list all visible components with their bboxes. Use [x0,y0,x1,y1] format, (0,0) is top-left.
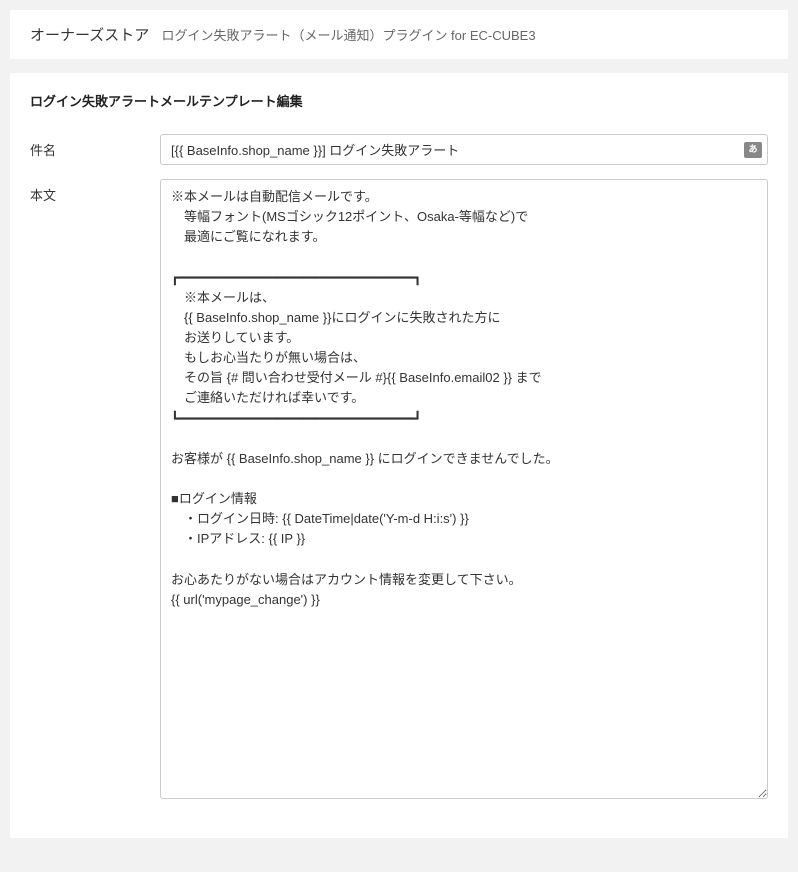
page-title: オーナーズストア ログイン失敗アラート（メール通知）プラグイン for EC-C… [30,24,768,45]
subject-row: 件名 あ [30,134,768,165]
subject-input[interactable] [160,134,768,165]
body-row: 本文 ※本メールは自動配信メールです。 等幅フォント(MSゴシック12ポイント、… [30,179,768,802]
panel-title: ログイン失敗アラートメールテンプレート編集 [30,91,768,110]
body-label: 本文 [30,179,160,204]
edit-panel: ログイン失敗アラートメールテンプレート編集 件名 あ 本文 ※本メールは自動配信… [10,73,788,838]
body-textarea[interactable]: ※本メールは自動配信メールです。 等幅フォント(MSゴシック12ポイント、Osa… [160,179,768,799]
page-title-main: オーナーズストア [30,27,149,44]
page-title-sub: ログイン失敗アラート（メール通知）プラグイン for EC-CUBE3 [161,28,535,43]
page-header: オーナーズストア ログイン失敗アラート（メール通知）プラグイン for EC-C… [10,10,788,59]
ime-icon: あ [744,142,762,158]
subject-label: 件名 [30,134,160,159]
